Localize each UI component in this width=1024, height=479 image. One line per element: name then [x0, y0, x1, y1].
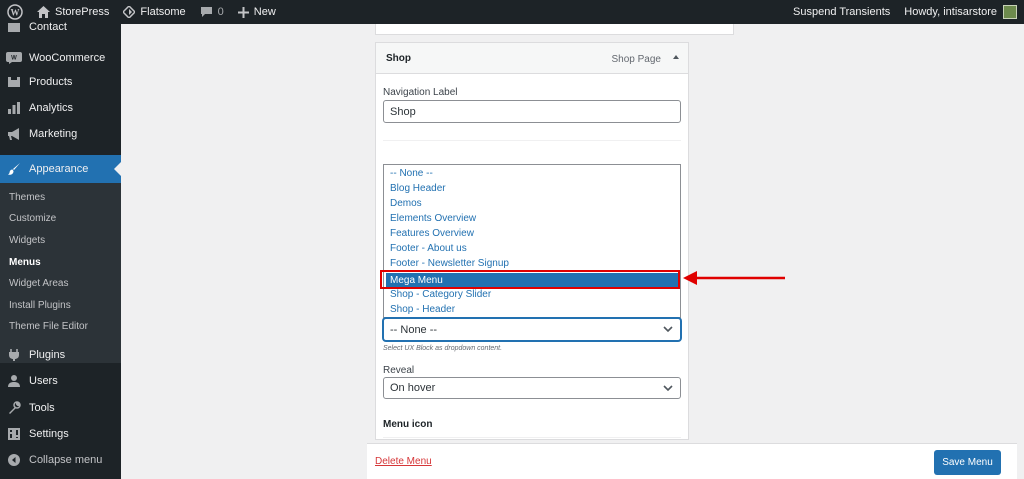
sidebar-item-products[interactable]: Products	[0, 69, 121, 95]
paintbrush-icon	[6, 161, 22, 177]
submenu-item-widgets[interactable]: Widgets	[9, 235, 45, 246]
howdy-label: Howdy, intisarstore	[904, 6, 997, 18]
avatar	[1003, 5, 1017, 19]
new-content-link[interactable]: New	[231, 0, 283, 24]
divider	[383, 140, 681, 141]
reveal-select-value: On hover	[390, 382, 436, 394]
ux-block-help-text: Select UX Block as dropdown content.	[383, 345, 503, 352]
sidebar-item-label: WooCommerce	[29, 52, 106, 64]
chevron-down-icon	[663, 326, 673, 333]
menu-icon-caption: Menu icon	[383, 419, 433, 430]
svg-text:W: W	[11, 56, 17, 62]
sidebar-item-users[interactable]: Users	[0, 368, 121, 394]
sidebar-item-label: Settings	[29, 428, 69, 440]
sidebar-item-settings[interactable]: Settings	[0, 421, 121, 447]
theme-link[interactable]: Flatsome	[116, 0, 192, 24]
reveal-select[interactable]: On hover	[383, 377, 681, 399]
suspend-transients-link[interactable]: Suspend Transients	[786, 0, 897, 24]
delete-menu-link[interactable]: Delete Menu	[375, 456, 432, 467]
sidebar-item-label: Appearance	[29, 163, 89, 175]
ux-block-dropdown-list[interactable]: -- None -- Blog Header Demos Elements Ov…	[383, 164, 681, 318]
comments-link[interactable]: 0	[193, 0, 231, 24]
dropdown-option[interactable]: Footer - Newsletter Signup	[390, 258, 509, 269]
collapse-menu-button[interactable]: Collapse menu	[0, 447, 121, 473]
plus-icon	[237, 6, 249, 18]
annotation-arrow-icon	[683, 271, 785, 285]
collapse-menu-label: Collapse menu	[29, 454, 103, 466]
sidebar-item-marketing[interactable]: Marketing	[0, 121, 121, 147]
ux-block-select-value: -- None --	[390, 323, 438, 336]
submenu-item-themes[interactable]: Themes	[9, 192, 45, 203]
menu-item-type: Shop Page	[611, 54, 662, 65]
sidebar-item-label: Users	[29, 375, 58, 387]
navigation-label-input[interactable]: Shop	[383, 100, 681, 123]
sidebar-item-label: Contact	[29, 21, 67, 33]
wrench-icon	[6, 400, 22, 416]
navigation-label-caption: Navigation Label	[383, 87, 458, 98]
dropdown-option[interactable]: Demos	[390, 198, 422, 209]
submenu-item-widget-areas[interactable]: Widget Areas	[9, 278, 68, 289]
chevron-down-icon	[663, 385, 673, 392]
sidebar-item-contact[interactable]: Contact	[0, 14, 121, 40]
menu-item-header[interactable]: Shop Shop Page	[376, 43, 688, 74]
sidebar-item-appearance[interactable]: Appearance	[0, 155, 121, 183]
dropdown-option[interactable]: Shop - Category Slider	[390, 289, 491, 300]
flatsome-icon	[123, 6, 136, 18]
new-label: New	[253, 6, 276, 18]
products-icon	[6, 74, 22, 90]
suspend-transients-label: Suspend Transients	[793, 6, 891, 18]
submenu-item-theme-file-editor[interactable]: Theme File Editor	[9, 321, 88, 332]
collapse-arrow-icon	[6, 452, 22, 468]
sidebar-item-woocommerce[interactable]: W WooCommerce	[0, 45, 121, 71]
sidebar-item-label: Analytics	[29, 102, 74, 114]
divider	[383, 437, 681, 438]
dropdown-option[interactable]: Blog Header	[390, 183, 446, 194]
ux-block-select[interactable]: -- None --	[383, 318, 681, 341]
settings-icon	[6, 426, 22, 442]
reveal-caption: Reveal	[383, 365, 415, 376]
comments-count: 0	[217, 6, 224, 18]
sidebar-item-analytics[interactable]: Analytics	[0, 95, 121, 121]
sidebar-item-label: Plugins	[29, 349, 66, 361]
megaphone-icon	[6, 126, 22, 142]
menu-footer-bar	[367, 443, 1017, 479]
sidebar-item-label: Tools	[29, 402, 55, 414]
submenu-item-install-plugins[interactable]: Install Plugins	[9, 300, 71, 311]
submenu-item-customize[interactable]: Customize	[9, 213, 56, 224]
analytics-icon	[6, 100, 22, 116]
woocommerce-icon: W	[6, 50, 22, 66]
sidebar-item-tools[interactable]: Tools	[0, 395, 121, 421]
plugins-icon	[6, 347, 22, 363]
dropdown-option[interactable]: Shop - Header	[390, 304, 455, 315]
dropdown-option[interactable]: Elements Overview	[390, 213, 476, 224]
highlight-box	[380, 270, 680, 289]
collapse-toggle-icon[interactable]	[673, 55, 679, 59]
sidebar-item-label: Marketing	[29, 128, 78, 140]
comment-bubble-icon	[200, 6, 213, 18]
previous-menu-item-edge	[375, 24, 734, 35]
appearance-submenu: Themes Customize Widgets Menus Widget Ar…	[0, 183, 121, 363]
theme-name: Flatsome	[140, 6, 186, 18]
admin-bar: W StorePress Flatsome 0 New Suspend Tran…	[0, 0, 1024, 24]
sidebar-item-label: Products	[29, 76, 73, 88]
dropdown-option[interactable]: -- None --	[390, 168, 433, 179]
sidebar-item-plugins[interactable]: Plugins	[0, 342, 121, 368]
admin-sidebar: Contact W WooCommerce Products Analytics…	[0, 21, 121, 479]
save-menu-button[interactable]: Save Menu	[934, 450, 1001, 475]
menu-item-title: Shop	[386, 53, 411, 64]
dropdown-option[interactable]: Footer - About us	[390, 243, 467, 254]
user-account-link[interactable]: Howdy, intisarstore	[897, 0, 1024, 24]
submenu-item-menus[interactable]: Menus	[9, 257, 41, 268]
users-icon	[6, 373, 22, 389]
dropdown-option[interactable]: Features Overview	[390, 228, 474, 239]
contact-icon	[6, 19, 22, 35]
